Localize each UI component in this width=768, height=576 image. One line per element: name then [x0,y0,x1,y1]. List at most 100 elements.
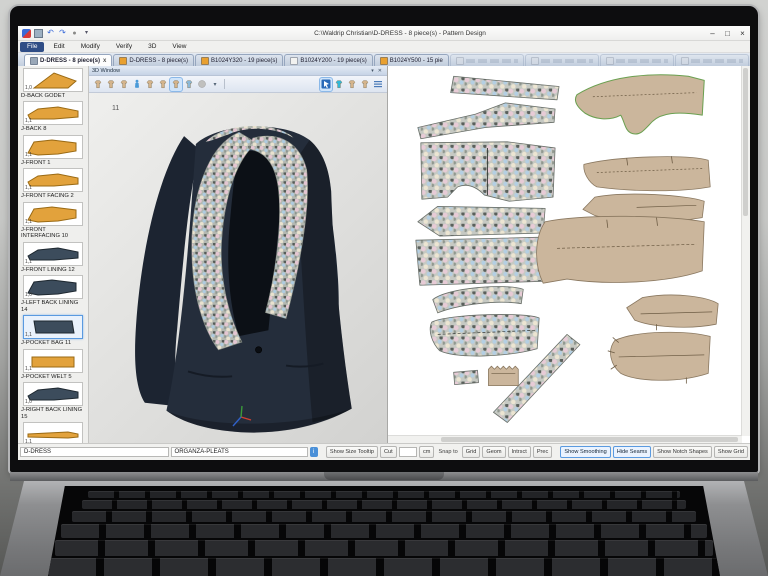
garment-icon[interactable] [144,78,156,91]
select-garment-icon[interactable] [320,78,332,91]
piece-thumbnail[interactable]: 1,1 [23,242,83,266]
menu-item-verify[interactable]: Verify [109,42,139,52]
vertical-scrollbar[interactable] [741,66,750,436]
piece-list-item[interactable]: 1,0J-LEFT BACK LINING 14 [18,275,88,314]
snap-option-grid[interactable]: Grid [462,446,481,458]
undo-icon[interactable]: ↶ [46,29,55,38]
toggle-show-notch-shapes[interactable]: Show Notch Shapes [653,446,712,458]
menu-lines-icon[interactable] [372,78,384,91]
pattern-piece[interactable] [418,206,545,236]
avatar-icon[interactable] [105,78,117,91]
snap-option-intrsct[interactable]: Intrsct [508,446,531,458]
piece-thumbnail[interactable]: 1,1 [23,168,83,192]
piece-thumbnail[interactable]: 1,1 [23,315,83,339]
style-name-field[interactable]: D-DRESS [20,447,169,457]
document-tab-ghost[interactable] [675,54,749,66]
fabric-info-icon[interactable]: i [310,447,318,457]
panel-2d-pattern[interactable] [388,66,750,443]
save-icon[interactable] [34,29,43,38]
pattern-piece[interactable] [627,295,718,327]
menu-item-3d[interactable]: 3D [141,42,163,52]
pattern-piece[interactable] [421,142,555,201]
cut-value-input[interactable] [399,447,417,457]
menu-item-view[interactable]: View [165,42,193,52]
piece-thumbnail[interactable]: 1,0 [23,275,83,299]
menu-item-edit[interactable]: Edit [46,42,71,52]
snap-option-geom[interactable]: Geom [482,446,505,458]
piece-thumbnail[interactable]: 1,1 [23,101,83,125]
pattern-piece[interactable] [433,287,524,313]
piece-thumbnail[interactable]: 1,0 [23,68,83,92]
document-tab-ghost[interactable] [450,54,524,66]
tab-close-icon[interactable]: x [103,58,106,64]
pattern-piece[interactable] [418,103,555,139]
pattern-piece[interactable] [584,157,710,191]
piece-list-item[interactable]: 1,1J-FRONT 1 [18,135,88,167]
piece-list-item[interactable]: 1,0J-RIGHT BACK LINING 15 [18,382,88,421]
piece-thumbnail[interactable]: 1,1 [23,135,83,159]
pattern-piece[interactable] [454,370,479,384]
horizontal-scrollbar[interactable] [388,435,742,443]
document-tab-0[interactable]: D-DRESS - 8 piece(s)x [24,54,112,66]
document-tab-ghost[interactable] [600,54,674,66]
document-tab-4[interactable]: B1024Y500 - 15 pie [374,54,449,66]
close-button[interactable]: × [735,29,750,38]
dropdown-icon[interactable]: ▾ [209,78,221,91]
garment-pair-icon[interactable] [170,78,182,91]
garment-icon[interactable] [359,78,371,91]
document-tab-ghost[interactable] [525,54,599,66]
menu-item-file[interactable]: File [20,42,44,52]
options-icon[interactable]: ● [70,29,79,38]
piece-thumbnail[interactable]: 1,0 [23,382,83,406]
garment-icon[interactable] [346,78,358,91]
mannequin-icon[interactable] [131,78,143,91]
panel-3d-header[interactable]: 3D Window ▾ ✕ [89,66,387,76]
garment-3d-render[interactable] [89,93,387,443]
tab-label: B1024Y320 - 19 piece(s) [211,58,277,64]
document-tab-3[interactable]: B1024Y200 - 19 piece(s) [284,54,372,66]
pattern-piece[interactable] [451,76,559,100]
garment-icon[interactable] [183,78,195,91]
cut-button[interactable]: Cut [380,446,397,458]
toggle-show-smoothing[interactable]: Show Smoothing [560,446,610,458]
sphere-icon[interactable] [196,78,208,91]
piece-list-item[interactable]: 1,0D-BACK GODET [18,68,88,100]
toggle-hide-seams[interactable]: Hide Seams [613,446,651,458]
pattern-piece[interactable] [488,366,518,385]
fabric-name-field[interactable]: ORGANZA-PLEATS [171,447,308,457]
skirt-icon[interactable] [118,78,130,91]
piece-thumbnail[interactable]: 1,1 [23,202,83,226]
pattern-piece[interactable] [416,237,549,285]
garment-icon[interactable] [157,78,169,91]
chevron-down-icon[interactable]: ▾ [82,29,91,38]
piece-list-item[interactable]: 1,1J-FRONT LINING 12 [18,242,88,274]
document-tab-2[interactable]: B1024Y320 - 19 piece(s) [195,54,283,66]
pattern-piece[interactable] [575,75,704,134]
piece-list-item[interactable]: 1,1 [18,422,88,443]
piece-list-item[interactable]: 1,1J-FRONT INTERFACING 10 [18,202,88,241]
pattern-piece[interactable] [537,216,705,283]
avatar-icon[interactable] [92,78,104,91]
menu-item-modify[interactable]: Modify [74,42,107,52]
piece-thumbnail[interactable]: 1,1 [23,422,83,443]
piece-list-item[interactable]: 1,1J-BACK 8 [18,101,88,133]
piece-list-item[interactable]: 1,1J-FRONT FACING 2 [18,168,88,200]
pattern-canvas[interactable] [388,66,750,443]
unit-button[interactable]: cm [419,446,434,458]
viewport-3d[interactable]: 11 [89,93,387,443]
piece-list-item[interactable]: 1,1J-POCKET BAG 11 [18,315,88,347]
panel-close-icon[interactable]: ✕ [376,68,384,74]
menu-bar: FileEditModifyVerify3DView [18,41,750,53]
pattern-piece[interactable] [430,314,539,356]
document-tab-1[interactable]: D-DRESS - 8 piece(s) [113,54,194,66]
quick-access-toolbar: ↶ ↷ ● ▾ [18,29,95,38]
garment-icon[interactable] [333,78,345,91]
maximize-button[interactable]: □ [720,29,735,38]
show-size-tooltip-button[interactable]: Show Size Tooltip [326,446,378,458]
snap-option-prec[interactable]: Prec [533,446,553,458]
redo-icon[interactable]: ↷ [58,29,67,38]
piece-list-item[interactable]: 1,1J-POCKET WELT 5 [18,349,88,381]
piece-thumbnail[interactable]: 1,1 [23,349,83,373]
toggle-show-grid[interactable]: Show Grid [714,446,748,458]
minimize-button[interactable]: – [705,29,720,38]
